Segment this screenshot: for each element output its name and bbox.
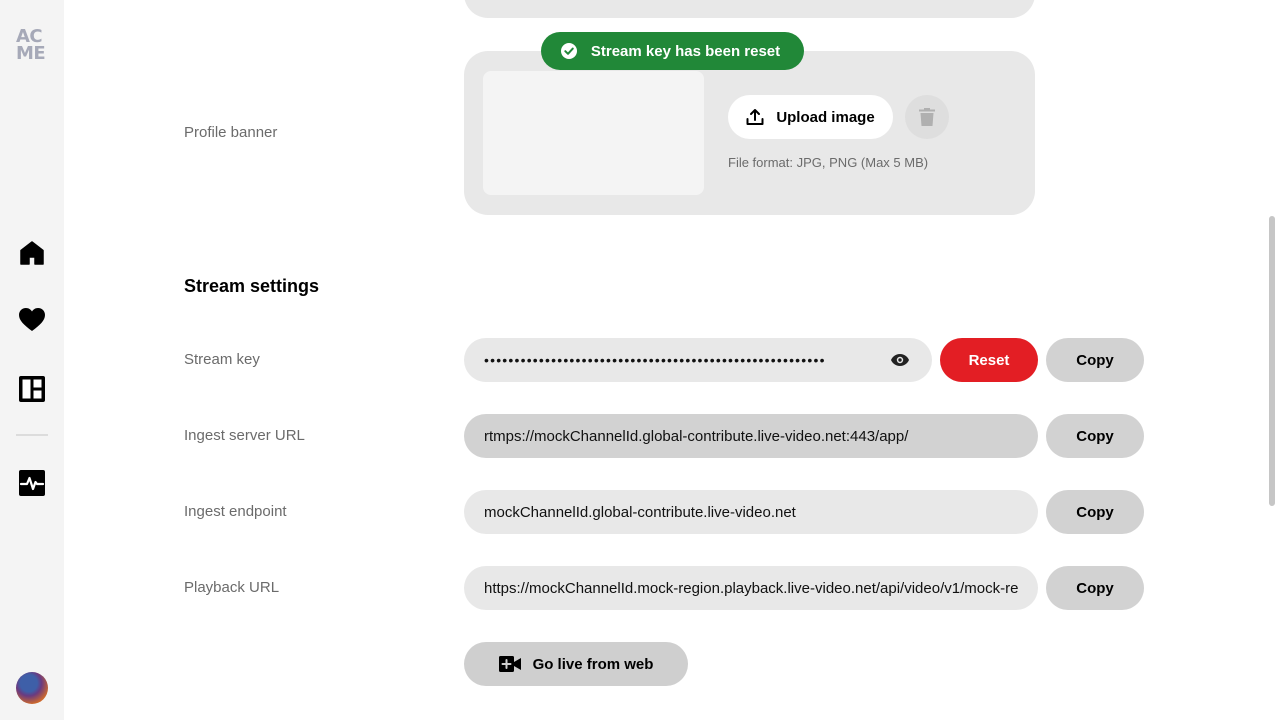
profile-banner-label: Profile banner xyxy=(184,124,278,141)
user-avatar[interactable] xyxy=(16,672,48,704)
previous-settings-card xyxy=(464,0,1035,18)
stream-key-field[interactable]: ••••••••••••••••••••••••••••••••••••••••… xyxy=(464,338,932,382)
eye-icon xyxy=(891,354,909,366)
ingest-server-url-label: Ingest server URL xyxy=(184,427,305,444)
activity-icon[interactable] xyxy=(18,469,46,497)
playback-url-value: https://mockChannelId.mock-region.playba… xyxy=(484,579,1018,597)
nav-divider xyxy=(16,434,48,436)
reset-stream-key-button[interactable]: Reset xyxy=(940,338,1038,382)
toast-message: Stream key has been reset xyxy=(590,42,781,60)
home-icon[interactable] xyxy=(18,239,46,267)
success-toast: Stream key has been reset xyxy=(541,32,804,70)
acme-logo[interactable]: AC ME xyxy=(16,28,48,64)
trash-icon xyxy=(919,108,935,126)
stream-key-label: Stream key xyxy=(184,351,260,368)
copy-ingest-server-url-button[interactable]: Copy xyxy=(1046,414,1144,458)
sidebar: AC ME xyxy=(0,0,64,720)
playback-url-field[interactable]: https://mockChannelId.mock-region.playba… xyxy=(464,566,1038,610)
page-scrollbar-thumb[interactable] xyxy=(1269,216,1275,506)
ingest-server-url-field[interactable]: rtmps://mockChannelId.global-contribute.… xyxy=(464,414,1038,458)
go-live-from-web-button[interactable]: Go live from web xyxy=(464,642,688,686)
upload-image-button[interactable]: Upload image xyxy=(728,95,893,139)
delete-banner-button[interactable] xyxy=(905,95,949,139)
video-add-icon xyxy=(498,656,521,672)
playback-url-label: Playback URL xyxy=(184,579,280,596)
upload-image-label: Upload image xyxy=(776,108,875,126)
copy-playback-url-button[interactable]: Copy xyxy=(1046,566,1144,610)
ingest-server-url-value: rtmps://mockChannelId.global-contribute.… xyxy=(484,427,909,445)
copy-ingest-endpoint-button[interactable]: Copy xyxy=(1046,490,1144,534)
logo-line-2: ME xyxy=(16,43,46,64)
file-format-note: File format: JPG, PNG (Max 5 MB) xyxy=(728,155,929,170)
ingest-endpoint-label: Ingest endpoint xyxy=(184,503,287,520)
ingest-endpoint-value: mockChannelId.global-contribute.live-vid… xyxy=(484,503,796,521)
dashboard-icon[interactable] xyxy=(18,375,46,403)
show-stream-key-toggle[interactable] xyxy=(888,348,912,372)
ingest-endpoint-field[interactable]: mockChannelId.global-contribute.live-vid… xyxy=(464,490,1038,534)
banner-preview xyxy=(483,71,704,195)
go-live-label: Go live from web xyxy=(532,655,654,673)
heart-icon[interactable] xyxy=(18,306,46,334)
profile-banner-card: Upload image File format: JPG, PNG (Max … xyxy=(464,51,1035,215)
upload-icon xyxy=(746,109,764,125)
stream-settings-title: Stream settings xyxy=(184,276,320,296)
copy-stream-key-button[interactable]: Copy xyxy=(1046,338,1144,382)
stream-key-value: ••••••••••••••••••••••••••••••••••••••••… xyxy=(484,352,826,368)
check-circle-icon xyxy=(560,43,577,59)
